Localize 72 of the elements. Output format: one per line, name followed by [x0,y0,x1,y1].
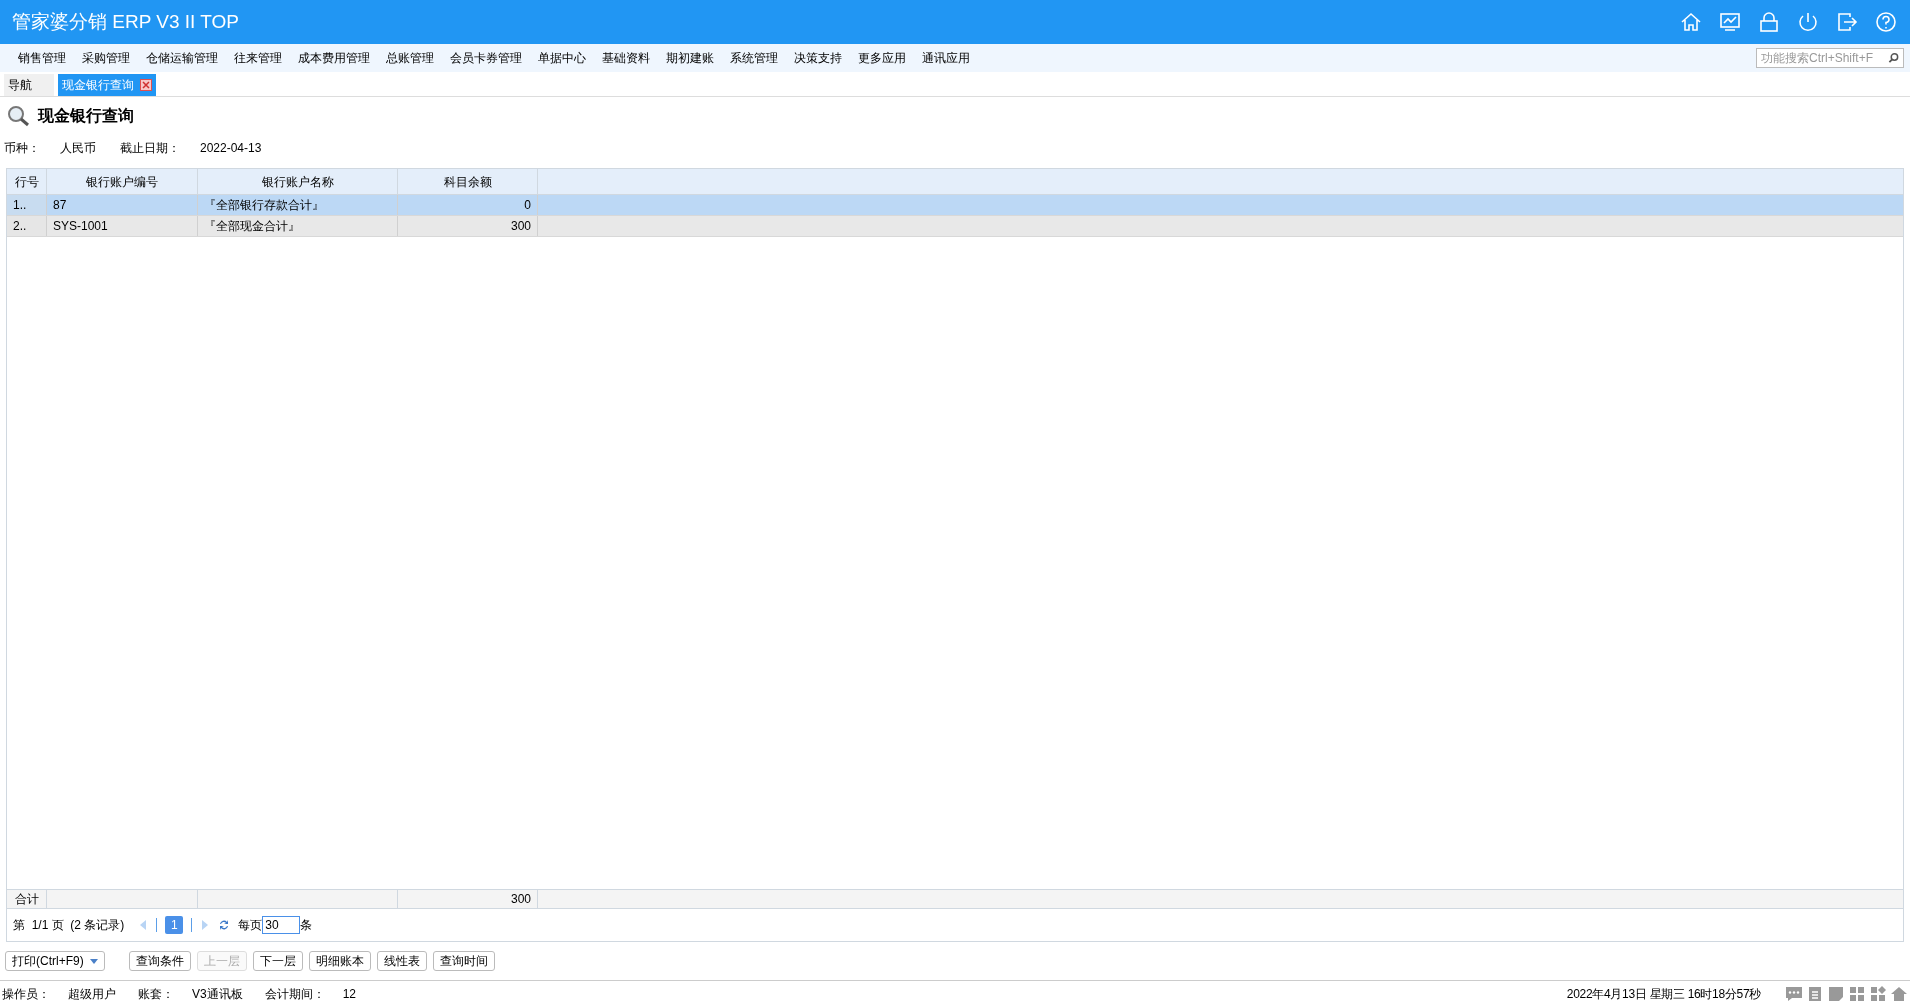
power-icon[interactable] [1796,10,1820,34]
search-icon [1887,52,1899,64]
menu-item[interactable]: 采购管理 [74,49,138,67]
menu-item[interactable]: 基础资料 [594,49,658,67]
lock-icon[interactable] [1757,10,1781,34]
table-cell: 87 [47,195,198,215]
toolbar-button[interactable]: 明细账本 [309,951,371,971]
clipboard-icon[interactable] [1806,985,1824,1003]
menu-item[interactable]: 仓储运输管理 [138,49,226,67]
toolbar-button[interactable]: 打印(Ctrl+F9) [5,951,105,971]
total-label: 合计 [7,890,47,908]
status-value: 12 [342,986,357,1003]
status-label: 操作员： [2,986,50,1003]
refresh-icon[interactable] [218,919,231,931]
table-cell: 『全部现金合计』 [198,216,398,236]
toolbar-button[interactable]: 线性表 [377,951,427,971]
chart-icon[interactable] [1718,10,1742,34]
home-icon[interactable] [1890,985,1908,1003]
page-info: 第 1/1 页 (2 条记录) [13,917,125,934]
menu-item[interactable]: 总账管理 [378,49,442,67]
table-cell: 0 [398,195,538,215]
table-cell: 300 [398,216,538,236]
per-page-field[interactable]: 30 [262,916,301,934]
home-icon[interactable] [1679,10,1703,34]
menu-item[interactable]: 往来管理 [226,49,290,67]
menu-item[interactable]: 通讯应用 [914,49,978,67]
page-title: 现金银行查询 [38,106,134,126]
menu-item[interactable]: 期初建账 [658,49,722,67]
column-header[interactable]: 科目余额 [398,169,538,194]
menu-item[interactable]: 成本费用管理 [290,49,378,67]
total-amount: 300 [398,890,538,908]
table-row[interactable]: 1.. 87 『全部银行存款合计』 0 [7,195,1903,216]
close-icon[interactable] [140,79,152,91]
toolbar-button[interactable]: 查询时间 [433,951,495,971]
table-cell: 『全部银行存款合计』 [198,195,398,215]
menu-item[interactable]: 单据中心 [530,49,594,67]
column-header[interactable]: 银行账户名称 [198,169,398,194]
grid-icon[interactable] [1848,985,1866,1003]
status-datetime: 2022年4月13日 星期三 16时18分57秒 [1566,986,1761,1003]
filter-label: 币种： [4,139,40,157]
table-cell: 1.. [7,195,47,215]
menu-item[interactable]: 决策支持 [786,49,850,67]
table-cell: SYS-1001 [47,216,198,236]
menu-item[interactable]: 更多应用 [850,49,914,67]
apps-icon[interactable] [1869,985,1887,1003]
per-page-unit: 条 [300,917,313,934]
app-title: 管家婆分销 ERP V3 II TOP [12,9,239,34]
table-row[interactable]: 2.. SYS-1001 『全部现金合计』 300 [7,216,1903,237]
chat-icon[interactable] [1785,985,1803,1003]
toolbar-button[interactable]: 查询条件 [129,951,191,971]
note-icon[interactable] [1827,985,1845,1003]
status-label: 会计期间： [264,986,325,1003]
status-value: 超级用户 [68,986,116,1003]
menu-item[interactable]: 会员卡券管理 [442,49,530,67]
status-label: 账套： [138,986,174,1003]
toolbar-button[interactable]: 下一层 [253,951,303,971]
filter-value: 人民币 [60,139,96,157]
tab[interactable]: 导航 [4,74,54,96]
column-header[interactable]: 行号 [7,169,47,194]
per-page-label: 每页 [238,917,263,934]
search-field[interactable]: 功能搜索Ctrl+Shift+F [1756,48,1904,68]
previous-page-icon[interactable] [138,919,149,931]
status-value: V3通讯板 [192,986,243,1003]
column-header[interactable]: 银行账户编号 [47,169,198,194]
menu-item[interactable]: 系统管理 [722,49,786,67]
caret-icon[interactable] [90,958,98,964]
menu-item[interactable]: 销售管理 [10,49,74,67]
filter-label: 截止日期： [120,139,180,157]
help-icon[interactable] [1874,10,1898,34]
magnifier-icon [6,105,30,127]
filter-value: 2022-04-13 [200,139,262,157]
logout-icon[interactable] [1835,10,1859,34]
